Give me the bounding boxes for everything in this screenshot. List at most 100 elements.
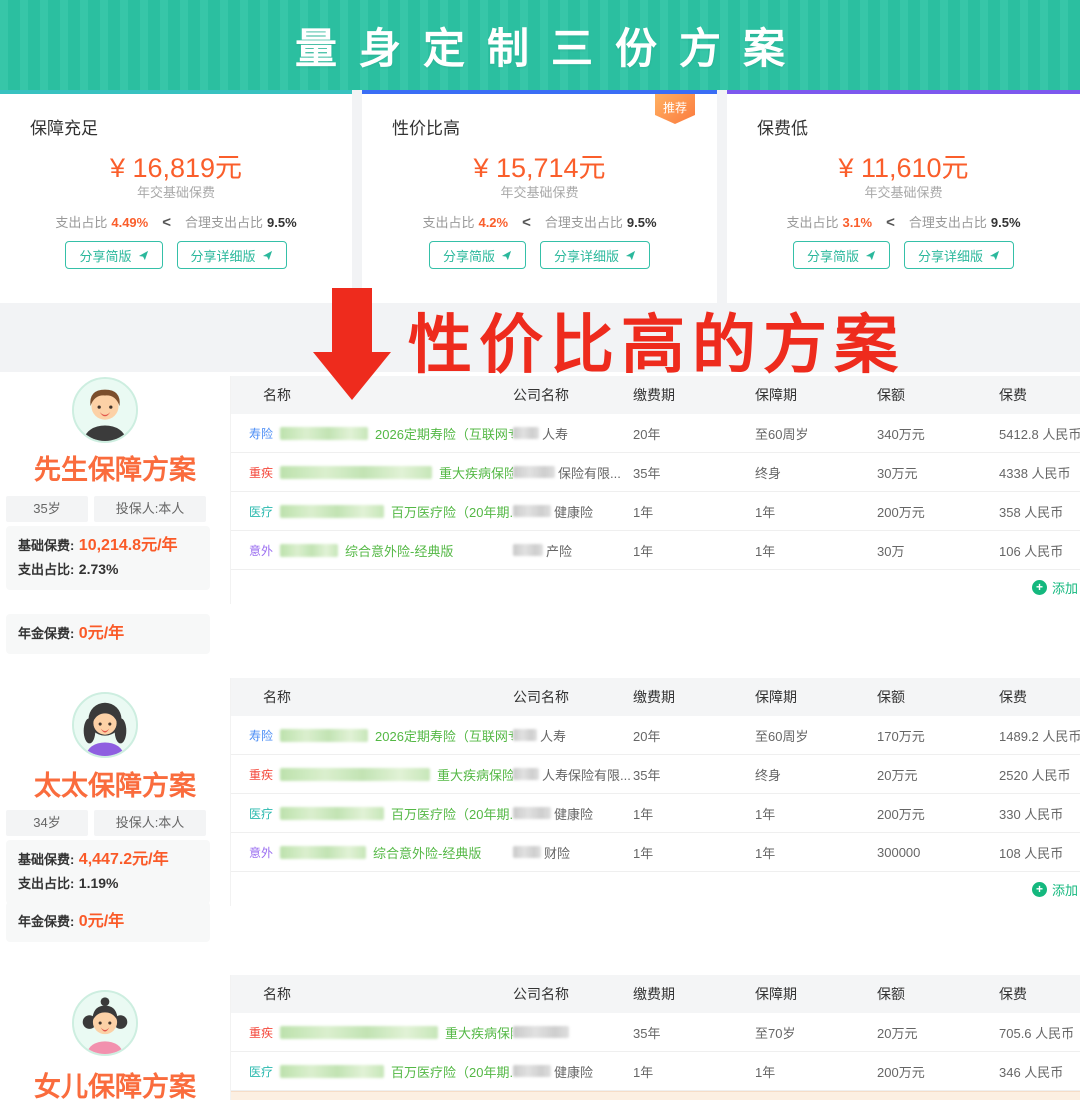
premium: 4338 人民币 xyxy=(999,463,1080,482)
share-simple-button[interactable]: 分享简版 xyxy=(429,241,526,269)
plan-card-best-value: 推荐 性价比高 ¥ 15,714元 年交基础保费 支出占比4.2%<合理支出占比… xyxy=(362,90,717,303)
ratio-label: 支出占比 xyxy=(55,215,107,230)
add-label: 添加 xyxy=(1052,880,1078,899)
share-detail-label: 分享详细版 xyxy=(918,246,983,265)
col-amount: 保额 xyxy=(877,984,999,1004)
col-pay-period: 缴费期 xyxy=(633,385,755,405)
premium-info-box: 基础保费: 4,447.2元/年 支出占比: 1.19% xyxy=(6,840,210,904)
paper-plane-icon xyxy=(262,250,273,261)
product-name-link[interactable]: 重大疾病保险 xyxy=(439,463,513,482)
col-coverage-period: 保障期 xyxy=(755,687,877,707)
age-chip: 35岁 xyxy=(6,496,88,522)
coverage-period: 终身 xyxy=(755,765,877,784)
coverage-amount: 20万元 xyxy=(877,1023,999,1042)
share-simple-label: 分享简版 xyxy=(443,246,495,265)
share-detail-button[interactable]: 分享详细版 xyxy=(177,241,287,269)
product-name-link[interactable]: 2026定期寿险（互联网专... xyxy=(375,424,513,443)
col-company: 公司名称 xyxy=(513,984,633,1004)
base-premium-label: 基础保费: xyxy=(18,852,74,867)
plan-price: ¥ 15,714元 xyxy=(362,146,717,185)
product-type-tag: 重疾 xyxy=(249,766,273,783)
company-name: 财险 xyxy=(544,843,570,862)
product-type-tag: 重疾 xyxy=(249,464,273,481)
add-product-button[interactable]: +添加 xyxy=(1032,880,1078,899)
coverage-amount: 20万元 xyxy=(877,765,999,784)
table-row: 医疗百万医疗险（20年期... 健康险 1年 1年 200万元 330 人民币 xyxy=(231,794,1080,833)
product-name-link[interactable]: 2026定期寿险（互联网专... xyxy=(375,726,513,745)
down-arrow-icon xyxy=(313,288,391,400)
coverage-period: 1年 xyxy=(755,1062,877,1081)
product-type-tag: 意外 xyxy=(249,542,273,559)
premium: 346 人民币 xyxy=(999,1062,1080,1081)
ratio-value: 3.1% xyxy=(842,215,872,230)
product-name-link[interactable]: 重大疾病保险-... xyxy=(445,1023,513,1042)
redacted-text xyxy=(513,807,551,819)
coverage-period: 1年 xyxy=(755,843,877,862)
coverage-period: 终身 xyxy=(755,463,877,482)
member-section-wife: 太太保障方案 34岁 投保人:本人 基础保费: 4,447.2元/年 支出占比:… xyxy=(0,678,1080,975)
product-name-link[interactable]: 百万医疗险（20年期... xyxy=(391,1062,513,1081)
premium: 1489.2 人民币 xyxy=(999,726,1080,745)
product-name-link[interactable]: 综合意外险-经典版 xyxy=(373,843,481,862)
company-name: 人寿 xyxy=(542,424,568,443)
redacted-text xyxy=(513,544,543,556)
fair-ratio-label: 合理支出占比 xyxy=(909,215,987,230)
base-premium-label: 基础保费: xyxy=(18,538,74,553)
expense-ratio-label: 支出占比: xyxy=(18,562,74,577)
pay-period: 35年 xyxy=(633,765,755,784)
share-simple-button[interactable]: 分享简版 xyxy=(793,241,890,269)
redacted-text xyxy=(280,807,384,820)
table-row: 重疾重大疾病保险 人寿保险有限... 35年 终身 20万元 2520 人民币 xyxy=(231,755,1080,794)
col-premium: 保费 xyxy=(999,687,1080,707)
fair-ratio-label: 合理支出占比 xyxy=(185,215,263,230)
plus-icon: + xyxy=(1032,580,1047,595)
share-simple-label: 分享简版 xyxy=(807,246,859,265)
member-section-daughter: 女儿保障方案 名称 公司名称 缴费期 保障期 保额 保费 重疾重大疾病保险-..… xyxy=(0,975,1080,1100)
share-detail-button[interactable]: 分享详细版 xyxy=(904,241,1014,269)
product-name-link[interactable]: 重大疾病保险 xyxy=(437,765,513,784)
pay-period: 20年 xyxy=(633,726,755,745)
product-name-link[interactable]: 百万医疗险（20年期... xyxy=(391,804,513,823)
top-banner: 量身定制三份方案 xyxy=(0,0,1080,90)
coverage-period: 1年 xyxy=(755,502,877,521)
add-label: 添加 xyxy=(1052,578,1078,597)
plan-title: 性价比高 xyxy=(392,114,460,139)
premium: 108 人民币 xyxy=(999,843,1080,862)
company-name: 健康险 xyxy=(554,502,593,521)
table-row: 重疾重大疾病保险-... 35年 至70岁 20万元 705.6 人民币 xyxy=(231,1013,1080,1052)
member-name: 先生保障方案 xyxy=(0,448,230,487)
coverage-period: 1年 xyxy=(755,804,877,823)
less-than: < xyxy=(522,214,531,231)
member-name: 女儿保障方案 xyxy=(0,1065,230,1100)
company-name: 健康险 xyxy=(554,1062,593,1081)
product-name-link[interactable]: 百万医疗险（20年期... xyxy=(391,502,513,521)
redacted-text xyxy=(280,846,366,859)
table-row: 寿险2026定期寿险（互联网专... 人寿 20年 至60周岁 170万元 14… xyxy=(231,716,1080,755)
recommended-badge: 推荐 xyxy=(655,94,695,124)
plan-ratio-line: 支出占比3.1%<合理支出占比9.5% xyxy=(727,212,1080,231)
avatar-woman xyxy=(72,692,138,758)
coverage-amount: 170万元 xyxy=(877,726,999,745)
products-table: 名称 公司名称 缴费期 保障期 保额 保费 寿险2026定期寿险（互联网专...… xyxy=(230,678,1080,906)
plan-price-label: 年交基础保费 xyxy=(362,182,717,201)
product-type-tag: 意外 xyxy=(249,844,273,861)
policyholder-chip: 投保人:本人 xyxy=(94,496,206,522)
share-simple-button[interactable]: 分享简版 xyxy=(65,241,162,269)
product-name-link[interactable]: 综合意外险-经典版 xyxy=(345,541,453,560)
redacted-text xyxy=(280,466,432,479)
col-amount: 保额 xyxy=(877,385,999,405)
coverage-period: 1年 xyxy=(755,541,877,560)
product-type-tag: 寿险 xyxy=(249,727,273,744)
age-chip: 34岁 xyxy=(6,810,88,836)
product-type-tag: 医疗 xyxy=(249,1063,273,1080)
base-premium-value: 4,447.2元/年 xyxy=(79,851,169,868)
table-row: 医疗百万医疗险（20年期... 健康险 1年 1年 200万元 358 人民币 xyxy=(231,492,1080,531)
table-row: 医疗百万医疗险（20年期... 健康险 1年 1年 200万元 346 人民币 xyxy=(231,1052,1080,1091)
add-product-button[interactable]: + 添加 xyxy=(1032,578,1078,597)
less-than: < xyxy=(886,214,895,231)
coverage-amount: 30万 xyxy=(877,541,999,560)
paper-plane-icon xyxy=(501,250,512,261)
share-simple-label: 分享简版 xyxy=(79,246,131,265)
highlighted-row-partial xyxy=(231,1091,1080,1100)
share-detail-button[interactable]: 分享详细版 xyxy=(540,241,650,269)
